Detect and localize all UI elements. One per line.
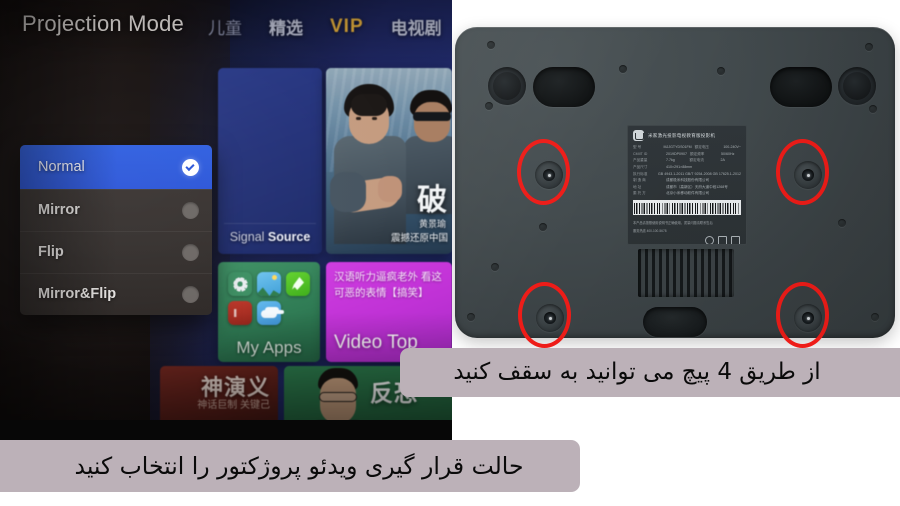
tile-video-top[interactable]: 汉语听力逼疯老外 看这 可恶的表情【搞笑】 Video Top bbox=[326, 262, 452, 362]
page-title: Projection Mode bbox=[22, 11, 184, 36]
label-row: 产品尺寸 410×291×88mm bbox=[633, 164, 693, 169]
tile-my-apps[interactable]: My Apps bbox=[218, 262, 320, 362]
app-icon-grid bbox=[228, 272, 310, 325]
label-footer: 本产品请按照使用说明书正确使用，质量问题请联系售后 bbox=[633, 221, 713, 226]
label-row: 产品重量 7.7kg 额定电流 2A bbox=[633, 158, 725, 163]
label-row: 制 造 商成都极米科技股份有限公司 bbox=[633, 178, 710, 183]
case-screw-hole bbox=[838, 219, 846, 227]
product-label: 米家激光投影电视教育版投影机 型 号 MJJGTYDS01FM 额定电压 100-24… bbox=[627, 125, 747, 245]
white-gap-bottom bbox=[0, 492, 900, 506]
case-screw-hole bbox=[869, 105, 877, 113]
case-screw-hole bbox=[871, 313, 879, 321]
gear-icon[interactable] bbox=[228, 272, 252, 296]
projector-body: 米家激光投影电视教育版投影机 型 号 MJJGTYDS01FM 额定电压 100-24… bbox=[455, 27, 895, 348]
case-screw-hole bbox=[619, 65, 627, 73]
projection-option-normal[interactable]: Normal bbox=[20, 145, 212, 189]
radio-circle-icon bbox=[182, 285, 199, 303]
rubber-foot bbox=[838, 67, 876, 105]
projection-option-normal-label: Normal bbox=[38, 159, 85, 175]
tile-drama-red-subtitle: 神话巨制 关键己 bbox=[197, 400, 270, 411]
rocket-icon[interactable] bbox=[286, 272, 310, 296]
barcode bbox=[633, 200, 741, 216]
radio-circle-icon bbox=[182, 201, 199, 219]
video-top-line-2: 可恶的表情【搞笑】 bbox=[334, 286, 429, 299]
highlight-ring-top-right bbox=[776, 139, 829, 205]
screenshot-root: Projection Mode 儿童 精选 VIP 电视剧 Signal Sou… bbox=[0, 0, 900, 506]
mijia-logo-icon bbox=[633, 130, 644, 141]
projection-option-mirror-flip-label: Mirror&Flip bbox=[38, 286, 117, 302]
video-top-description: 汉语听力逼疯老外 看这 可恶的表情【搞笑】 bbox=[334, 270, 448, 302]
projection-option-mirror-flip[interactable]: Mirror&Flip bbox=[20, 273, 212, 315]
nav-item-featured[interactable]: 精选 bbox=[269, 14, 303, 39]
case-screw-hole bbox=[539, 223, 547, 231]
radio-circle-icon bbox=[182, 243, 199, 261]
projection-option-flip-label: Flip bbox=[38, 244, 64, 260]
black-gap-left bbox=[0, 420, 452, 440]
caption-projection-mode: حالت قرار گیری ویدئو پروژکتور را انتخاب … bbox=[0, 440, 580, 492]
caption-ceiling-mount: از طریق 4 پیچ می توانید به سقف کنید bbox=[400, 348, 900, 397]
label-row: CMIIT ID 2019DP0907 额定频率 50/60Hz bbox=[633, 151, 735, 156]
projection-mode-list[interactable]: Normal Mirror Flip Mirror&Flip bbox=[20, 145, 212, 315]
case-screw-hole bbox=[467, 313, 475, 321]
certification-marks bbox=[628, 235, 746, 244]
signal-label-light: Signal bbox=[229, 230, 268, 244]
nav-item-tv-drama[interactable]: 电视剧 bbox=[391, 14, 442, 39]
recycle-icon bbox=[718, 235, 727, 244]
nav-item-vip[interactable]: VIP bbox=[330, 16, 364, 38]
label-header: 米家激光投影电视教育版投影机 bbox=[628, 126, 746, 143]
case-screw-hole bbox=[485, 102, 493, 110]
label-row: 委 托 方北京小米移动软件有限公司 bbox=[633, 191, 710, 196]
port-opening bbox=[533, 67, 595, 107]
rubber-foot bbox=[488, 67, 526, 105]
highlight-ring-bottom-right bbox=[776, 282, 829, 348]
projection-option-mirror[interactable]: Mirror bbox=[20, 189, 212, 231]
photos-icon[interactable] bbox=[257, 272, 281, 296]
case-screw-hole bbox=[717, 67, 725, 75]
cloud-icon[interactable] bbox=[257, 301, 281, 325]
label-row: 地 址成都市（高新区）天府大道中段1268号 bbox=[633, 184, 728, 189]
tile-signal-source[interactable]: Signal Source bbox=[218, 68, 322, 254]
tile-divider bbox=[224, 223, 316, 224]
projection-option-flip[interactable]: Flip bbox=[20, 231, 212, 273]
top-nav: 儿童 精选 VIP 电视剧 bbox=[208, 14, 442, 39]
tile-signal-source-label: Signal Source bbox=[218, 230, 322, 244]
video-top-line-1: 汉语听力逼疯老外 看这 bbox=[334, 271, 442, 283]
tv-screen-photo: Projection Mode 儿童 精选 VIP 电视剧 Signal Sou… bbox=[0, 0, 452, 434]
label-row: 执行标准 GB 4943.1-2011 GB/T 9254-2008 GB 176… bbox=[633, 171, 741, 176]
barcode-bars bbox=[634, 203, 740, 215]
highlight-ring-bottom-left bbox=[518, 282, 571, 348]
ce-mark-icon bbox=[731, 235, 740, 244]
nav-item-kids[interactable]: 儿童 bbox=[208, 14, 242, 39]
label-brand-title: 米家激光投影电视教育版投影机 bbox=[648, 132, 716, 138]
case-screw-hole bbox=[491, 263, 499, 271]
tile-my-apps-label: My Apps bbox=[236, 338, 302, 357]
check-circle-icon bbox=[182, 158, 199, 176]
wheelie-bin-icon bbox=[705, 235, 714, 244]
mi-icon[interactable] bbox=[228, 301, 252, 325]
case-screw-hole bbox=[487, 41, 495, 49]
poster-subtitle-1: 黄景瑜 bbox=[418, 219, 446, 229]
case-screw-hole bbox=[865, 43, 873, 51]
projection-option-mirror-label: Mirror bbox=[38, 202, 80, 218]
label-service: 服务热线 400-100-5678 bbox=[633, 228, 667, 233]
vent-grille bbox=[638, 249, 734, 297]
poster-actor-primary bbox=[330, 84, 408, 244]
port-opening bbox=[770, 67, 832, 107]
signal-label-bold: Source bbox=[267, 230, 311, 244]
tile-movie-poster[interactable]: 破 黄景瑜 震撼还原中国 bbox=[326, 68, 452, 254]
highlight-ring-top-left bbox=[517, 139, 570, 205]
label-row: 型 号 MJJGTYDS01FM 额定电压 100-240V~ bbox=[633, 145, 741, 149]
poster-subtitle-2: 震撼还原中国 bbox=[390, 233, 448, 244]
bottom-port-oval bbox=[643, 307, 707, 337]
label-spec-rows: 型 号 MJJGTYDS01FM 额定电压 100-240V~ CMIIT ID 201… bbox=[628, 143, 746, 197]
poster-headline: 破 bbox=[417, 184, 448, 217]
